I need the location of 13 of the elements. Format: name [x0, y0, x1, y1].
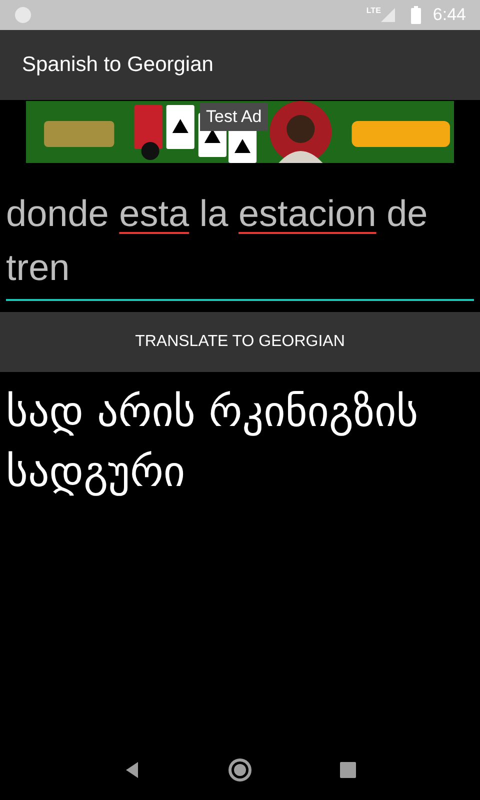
ad-label: Test Ad — [200, 103, 268, 130]
app-title: Spanish to Georgian — [22, 52, 214, 78]
back-icon[interactable] — [124, 761, 140, 779]
battery-icon — [410, 6, 421, 24]
notification-icon — [14, 6, 32, 24]
clock: 6:44 — [432, 4, 466, 26]
translate-button[interactable]: TRANSLATE TO GEORGIAN — [0, 312, 480, 372]
overview-icon[interactable] — [340, 762, 356, 778]
network-label: LTE — [366, 5, 381, 17]
signal-icon — [380, 8, 395, 22]
translation-text: სად არის რკინიგზის სადგური — [5, 386, 420, 498]
home-icon[interactable] — [226, 757, 253, 783]
input-field[interactable]: donde esta la estacion de tren — [6, 187, 474, 301]
